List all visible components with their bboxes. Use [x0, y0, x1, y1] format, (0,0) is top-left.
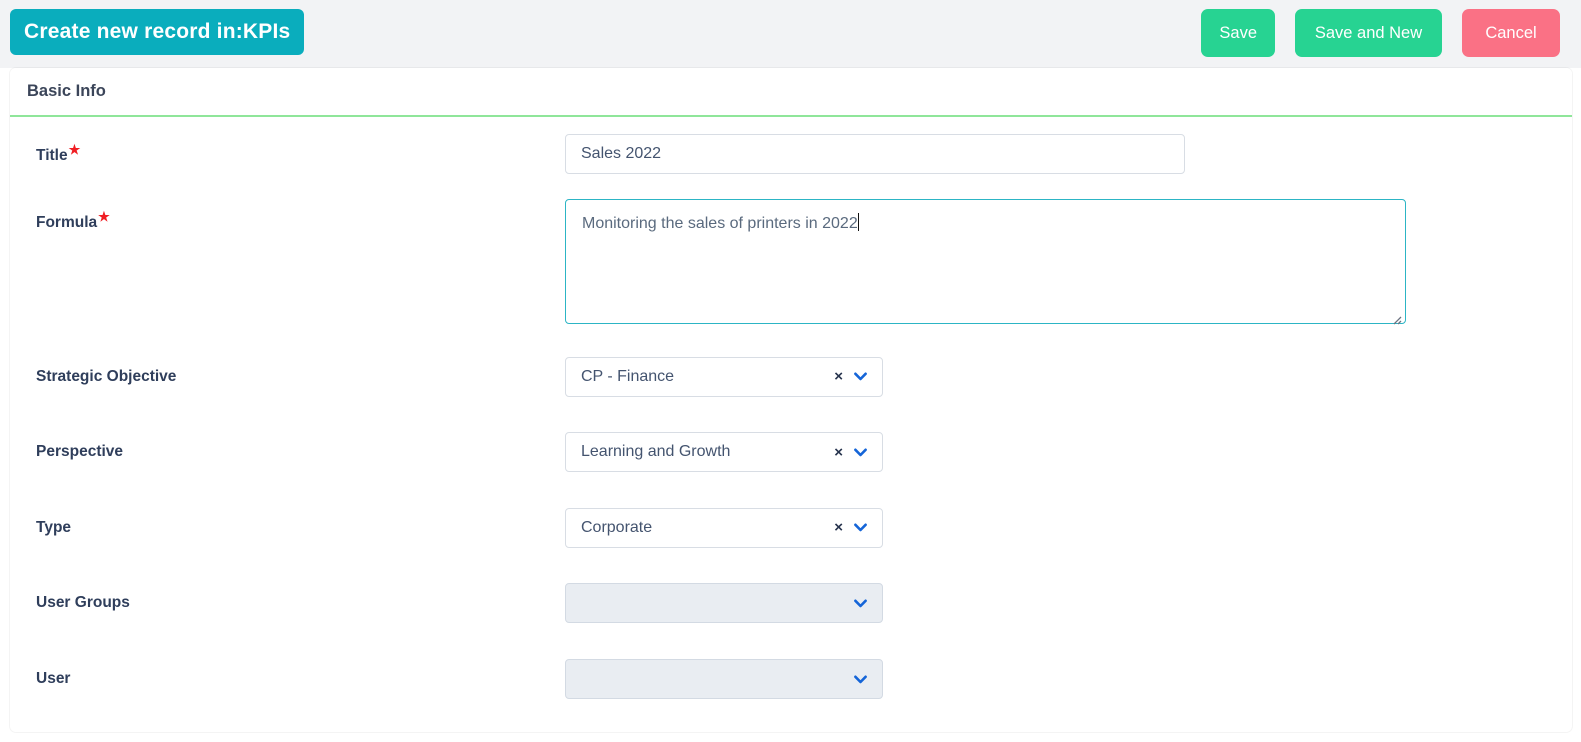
- label-formula: Formula★: [10, 199, 565, 232]
- page-title-badge: Create new record in:KPIs: [10, 9, 305, 55]
- field-user: [565, 659, 1572, 699]
- clear-icon[interactable]: ×: [834, 520, 843, 535]
- form-row-perspective: Perspective Learning and Growth ×: [10, 414, 1572, 490]
- label-user: User: [36, 670, 71, 687]
- save-button[interactable]: Save: [1201, 9, 1275, 57]
- field-user-groups: [565, 583, 1572, 623]
- cancel-button[interactable]: Cancel: [1462, 9, 1560, 57]
- form-row-user: User: [10, 641, 1572, 717]
- chevron-down-icon[interactable]: [854, 372, 867, 381]
- form-row-strategic-objective: Strategic Objective CP - Finance ×: [10, 339, 1572, 414]
- strategic-objective-value: CP - Finance: [581, 367, 675, 385]
- field-formula: Monitoring the sales of printers in 2022: [565, 199, 1572, 329]
- chevron-down-icon[interactable]: [854, 448, 867, 457]
- required-star-icon: ★: [98, 209, 110, 224]
- field-perspective: Learning and Growth ×: [565, 432, 1572, 472]
- title-input[interactable]: [565, 134, 1185, 174]
- label-user-groups: User Groups: [36, 594, 130, 611]
- form-row-title: Title★: [10, 117, 1572, 191]
- formula-textarea[interactable]: [565, 199, 1406, 324]
- chevron-down-icon[interactable]: [854, 599, 867, 608]
- field-title: [565, 134, 1572, 174]
- clear-icon[interactable]: ×: [834, 369, 843, 384]
- toolbar-actions: Save Save and New Cancel: [1201, 9, 1571, 57]
- form-row-formula: Formula★ Monitoring the sales of printer…: [10, 191, 1572, 339]
- label-title-text: Title: [36, 147, 68, 165]
- field-type: Corporate ×: [565, 507, 1572, 548]
- user-groups-select[interactable]: [565, 583, 883, 623]
- form-card: Basic Info Title★ Formula★ Monitoring th…: [10, 68, 1572, 732]
- label-perspective: Perspective: [36, 443, 124, 460]
- section-header-basic-info: Basic Info: [10, 68, 1572, 117]
- top-toolbar: Create new record in:KPIs Save Save and …: [0, 0, 1581, 68]
- type-value: Corporate: [581, 518, 653, 536]
- type-select[interactable]: Corporate ×: [565, 507, 883, 548]
- chevron-down-icon[interactable]: [854, 675, 867, 684]
- chevron-down-icon[interactable]: [854, 523, 867, 532]
- clear-icon[interactable]: ×: [834, 445, 843, 460]
- perspective-value: Learning and Growth: [581, 443, 731, 460]
- label-strategic-objective: Strategic Objective: [36, 367, 177, 385]
- user-select[interactable]: [565, 659, 883, 699]
- perspective-select[interactable]: Learning and Growth ×: [565, 432, 883, 472]
- record-form: Title★ Formula★ Monitoring the sales of …: [10, 117, 1572, 717]
- label-title: Title★: [10, 143, 565, 165]
- form-row-type: Type Corporate ×: [10, 490, 1572, 565]
- formula-textarea-wrapper: Monitoring the sales of printers in 2022: [565, 199, 1406, 329]
- save-and-new-button[interactable]: Save and New: [1295, 9, 1442, 57]
- form-row-user-groups: User Groups: [10, 565, 1572, 641]
- label-type: Type: [36, 518, 72, 536]
- field-strategic-objective: CP - Finance ×: [565, 356, 1572, 397]
- required-star-icon: ★: [68, 141, 81, 157]
- strategic-objective-select[interactable]: CP - Finance ×: [565, 356, 883, 397]
- label-formula-text: Formula: [36, 214, 98, 232]
